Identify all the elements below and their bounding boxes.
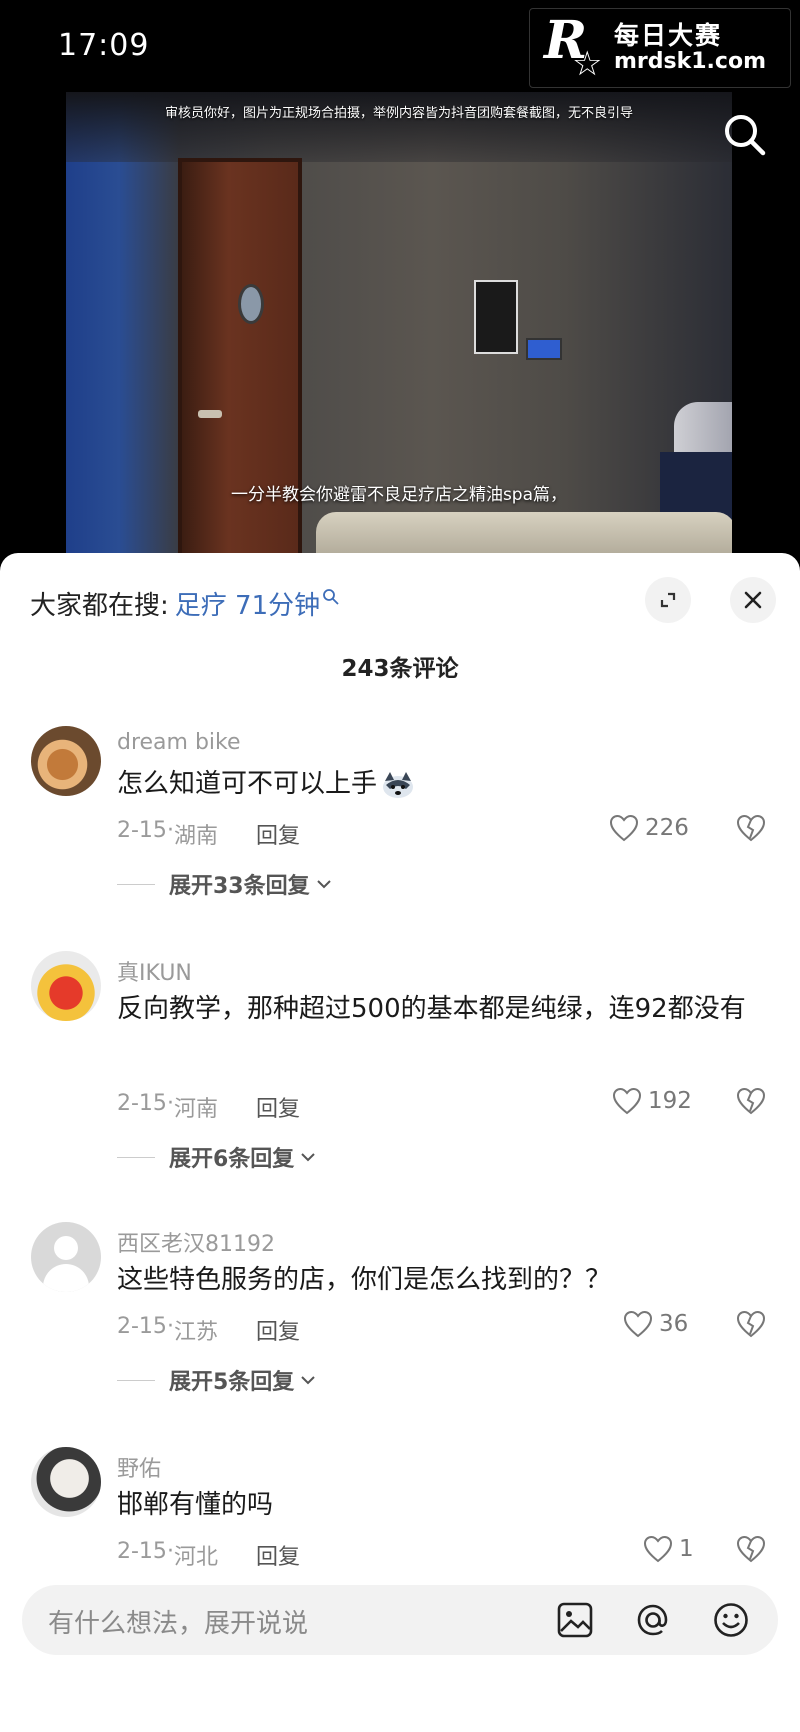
expand-replies-label: 展开5条回复 (169, 1370, 295, 1395)
like-button[interactable]: 1 (643, 1535, 694, 1563)
comment-username[interactable]: dream bike (117, 730, 241, 755)
comment-region: 河南 (173, 1097, 218, 1122)
avatar-body (43, 1264, 89, 1292)
comment-text: 邯郸有懂的吗 (117, 1490, 274, 1520)
comment-text: 这些特色服务的店，你们是怎么找到的？？ (117, 1265, 612, 1295)
status-time: 17:09 (58, 28, 150, 63)
meta-separator: · (166, 1539, 174, 1564)
husky-emoji-icon (383, 771, 414, 798)
comment-text: 反向教学，那种超过500的基本都是纯绿，连92都没有 (117, 994, 746, 1024)
comment-username[interactable]: 真IKUN (117, 955, 192, 987)
comment-region: 江苏 (173, 1320, 218, 1345)
divider-dash (117, 1379, 155, 1381)
comment-date: 2-15 (117, 1314, 167, 1339)
video-top-notice: 审核员你好，图片为正规场合拍摄，举例内容皆为抖音团购套餐截图，无不良引导 (164, 106, 633, 121)
comment-username[interactable]: 野佑 (117, 1451, 161, 1483)
meta-separator: · (166, 1314, 174, 1339)
watermark-zh: 每日大赛 (614, 21, 723, 51)
comment-text: 怎么知道可不可以上手 (117, 762, 757, 808)
video-door-window (238, 284, 264, 324)
reply-button[interactable]: 回复 (256, 1314, 300, 1346)
watermark-logo: R ☆ (542, 10, 606, 84)
trending-term[interactable]: 足疗 71分钟 (175, 585, 320, 622)
like-count: 1 (679, 1536, 694, 1562)
heart-icon (623, 1310, 653, 1338)
comment-meta: 2-15 · 湖南 回复 (117, 818, 300, 850)
expand-replies-button[interactable]: 展开5条回复 (117, 1364, 316, 1396)
broken-heart-icon[interactable] (736, 1310, 766, 1338)
heart-icon (643, 1535, 673, 1563)
emoji-icon[interactable] (712, 1601, 750, 1639)
comment-date: 2-15 (117, 1539, 167, 1564)
like-button[interactable]: 36 (623, 1310, 688, 1338)
like-count: 226 (645, 815, 689, 841)
like-button[interactable]: 192 (612, 1087, 692, 1115)
comment-meta: 2-15 · 河南 回复 (117, 1091, 300, 1123)
star-icon: ☆ (572, 44, 603, 84)
close-icon (744, 591, 762, 609)
watermark: R ☆ 每日大赛 mrdsk1.com (529, 8, 791, 88)
avatar[interactable] (31, 1222, 101, 1292)
video-subtitle: 一分半教会你避雷不良足疗店之精油spa篇， (230, 485, 568, 505)
reply-button[interactable]: 回复 (256, 1091, 300, 1123)
expand-replies-label: 展开6条回复 (169, 1147, 295, 1172)
comment-count: 243条评论 (341, 656, 459, 682)
expand-replies-button[interactable]: 展开33条回复 (117, 868, 332, 900)
comment-region: 河北 (173, 1545, 218, 1570)
video-bed (316, 512, 732, 554)
small-search-icon (323, 588, 339, 605)
meta-separator: · (166, 1091, 174, 1116)
at-mention-icon[interactable] (634, 1601, 672, 1639)
video-player[interactable]: 审核员你好，图片为正规场合拍摄，举例内容皆为抖音团购套餐截图，无不良引导 一分半… (66, 92, 732, 554)
divider-dash (117, 1156, 155, 1158)
image-icon[interactable] (556, 1601, 594, 1639)
expand-replies-label: 展开33条回复 (169, 874, 310, 899)
avatar-head (54, 1236, 78, 1260)
watermark-text: 每日大赛 mrdsk1.com (614, 21, 766, 74)
chevron-down-icon (301, 1153, 316, 1162)
comment-meta: 2-15 · 河北 回复 (117, 1539, 300, 1571)
comment-meta: 2-15 · 江苏 回复 (117, 1314, 300, 1346)
comment-input-bar[interactable]: 有什么想法，展开说说 (22, 1585, 778, 1655)
heart-icon (609, 814, 639, 842)
comment-sheet: 大家都在搜: 足疗 71分钟 243条评论 dream bike 怎么知道可不可… (0, 553, 800, 1732)
expand-replies-button[interactable]: 展开6条回复 (117, 1141, 316, 1173)
meta-separator: · (166, 818, 174, 843)
comment-username[interactable]: 西区老汉81192 (117, 1226, 275, 1258)
chevron-down-icon (316, 880, 331, 889)
close-button[interactable] (730, 577, 776, 623)
trending-search[interactable]: 大家都在搜: 足疗 71分钟 (30, 585, 340, 622)
like-count: 192 (648, 1088, 692, 1114)
broken-heart-icon[interactable] (736, 1087, 766, 1115)
divider-dash (117, 883, 155, 885)
search-icon[interactable] (722, 112, 768, 158)
video-door-handle (198, 410, 222, 418)
expand-icon (660, 592, 676, 608)
avatar[interactable] (31, 726, 101, 796)
watermark-en: mrdsk1.com (614, 48, 766, 74)
expand-button[interactable] (645, 577, 691, 623)
chevron-down-icon (301, 1376, 316, 1385)
video-wall-sign (474, 280, 518, 354)
heart-icon (612, 1087, 642, 1115)
video-wall-panel (526, 338, 562, 360)
avatar[interactable] (31, 1447, 101, 1517)
comment-region: 湖南 (173, 824, 218, 849)
reply-button[interactable]: 回复 (256, 1539, 300, 1571)
comment-date: 2-15 (117, 1091, 167, 1116)
screen: 17:09 R ☆ 每日大赛 mrdsk1.com 审核员你好，图片为正规场合拍… (0, 0, 800, 1732)
reply-button[interactable]: 回复 (256, 818, 300, 850)
trending-prefix: 大家都在搜: (30, 591, 169, 621)
comment-date: 2-15 (117, 818, 167, 843)
like-button[interactable]: 226 (609, 814, 689, 842)
broken-heart-icon[interactable] (736, 814, 766, 842)
comment-text-content: 怎么知道可不可以上手 (117, 769, 378, 799)
comment-input-placeholder[interactable]: 有什么想法，展开说说 (48, 1603, 308, 1640)
avatar[interactable] (31, 951, 101, 1021)
broken-heart-icon[interactable] (736, 1535, 766, 1563)
like-count: 36 (659, 1311, 689, 1337)
